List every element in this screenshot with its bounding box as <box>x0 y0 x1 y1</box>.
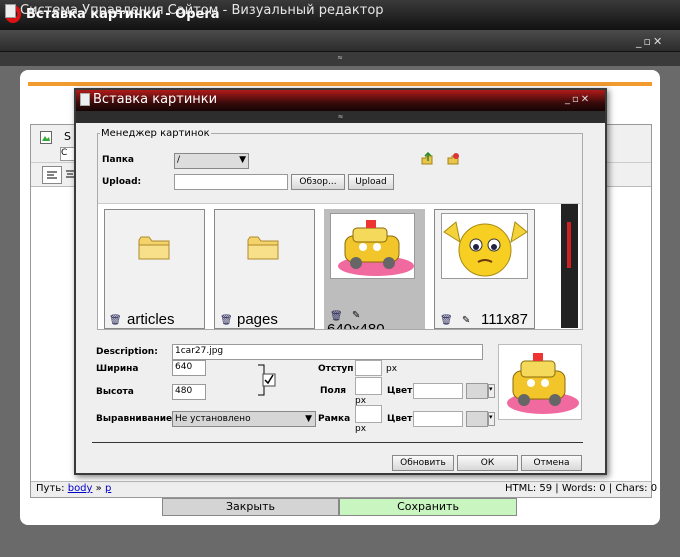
dialog-restore-icon[interactable]: ▫ <box>572 94 581 105</box>
image-size-smiley: 111x87 <box>481 311 528 328</box>
delete-articles-icon[interactable]: 🗑 <box>109 315 122 326</box>
folder-label: Папка <box>102 155 135 165</box>
upload-button[interactable]: Upload <box>348 174 394 190</box>
align-label: Выравнивание <box>96 414 173 424</box>
folder-icon <box>138 233 170 260</box>
delete-pages-icon[interactable]: 🗑 <box>220 315 233 326</box>
width-label: Ширина <box>96 364 139 374</box>
lock-proportions-checkbox[interactable] <box>256 363 278 397</box>
chevron-down-icon: ▼ <box>305 414 312 424</box>
height-label: Высота <box>96 387 134 397</box>
edit-smiley-icon[interactable]: ✎ <box>462 315 470 326</box>
margin-color-input[interactable] <box>413 383 463 399</box>
new-folder-icon[interactable] <box>446 152 460 166</box>
image-size-car-clip: 640x480 <box>325 318 425 329</box>
indent-unit: px <box>386 364 398 374</box>
save-button[interactable]: Сохранить <box>339 498 517 516</box>
upload-file-input[interactable] <box>174 174 288 190</box>
border-label: Рамка <box>318 414 351 424</box>
accent-divider <box>28 82 652 86</box>
close-button[interactable]: Закрыть <box>162 498 339 516</box>
dialog-close-icon[interactable]: ✕ <box>581 94 591 105</box>
dialog-title: Вставка картинки <box>93 92 218 107</box>
width-input[interactable]: 640 <box>172 360 206 376</box>
margin-color-picker[interactable] <box>466 383 488 399</box>
minimize-icon[interactable]: _ <box>636 35 644 48</box>
indent-label: Отступ <box>318 364 354 374</box>
ok-button[interactable]: ОК <box>457 455 518 471</box>
delete-smiley-icon[interactable]: 🗑 <box>440 315 453 326</box>
word-count: HTML: 59 | Words: 0 | Chars: 0 <box>505 483 658 494</box>
browse-button[interactable]: Обзор... <box>291 174 345 190</box>
folder-up-icon[interactable] <box>420 151 434 166</box>
cancel-button[interactable]: Отмена <box>521 455 582 471</box>
folder-name-articles: articles <box>127 311 175 328</box>
indent-input[interactable] <box>355 360 382 376</box>
margins-label: Поля <box>320 386 347 396</box>
path-p-link[interactable]: p <box>105 483 111 494</box>
align-left-button[interactable] <box>42 166 62 184</box>
upload-label: Upload: <box>102 177 142 187</box>
border-input[interactable] <box>355 405 382 423</box>
margin-color-label: Цвет <box>387 386 413 396</box>
restore-icon[interactable]: ▫ <box>644 35 653 48</box>
description-input[interactable]: 1car27.jpg <box>172 344 483 360</box>
path-body-link[interactable]: body <box>68 483 93 494</box>
image-manager-legend: Менеджер картинок <box>100 128 211 139</box>
dialog-window-controls[interactable]: _▫✕ <box>565 94 591 105</box>
toolbar-label-s: S <box>64 130 71 143</box>
align-select[interactable]: Не установлено ▼ <box>172 411 316 427</box>
scrollbar-thumb[interactable] <box>567 222 571 268</box>
smiley-image <box>441 213 528 279</box>
border-color-dropdown[interactable]: ▾ <box>488 412 495 426</box>
image-preview <box>498 344 582 420</box>
chevron-down-icon: ▼ <box>239 155 246 165</box>
border-color-picker[interactable] <box>466 411 488 427</box>
image-icon[interactable] <box>40 131 52 144</box>
margin-color-dropdown[interactable]: ▾ <box>488 384 495 398</box>
border-color-input[interactable] <box>413 411 463 427</box>
height-input[interactable]: 480 <box>172 384 206 400</box>
cms-window-bar <box>0 30 680 52</box>
element-path: Путь: body » p <box>36 483 112 494</box>
margins-input[interactable] <box>355 377 382 395</box>
folder-name-pages: pages <box>237 311 278 328</box>
image-size-car: 640x480 <box>327 321 385 329</box>
document-icon <box>5 4 16 18</box>
border-color-label: Цвет <box>387 414 413 424</box>
dialog-document-icon <box>80 93 90 106</box>
cms-window-title: Система Управления Сайтом - Визуальный р… <box>20 3 384 18</box>
border-unit: px <box>355 424 367 434</box>
dialog-separator <box>92 442 583 443</box>
dialog-minimize-icon[interactable]: _ <box>565 94 572 105</box>
dialog-drag-grip[interactable]: ≈ <box>76 111 605 123</box>
description-label: Description: <box>96 347 158 357</box>
cms-window-controls[interactable]: _▫✕ <box>636 35 664 48</box>
close-icon[interactable]: ✕ <box>653 35 664 48</box>
car-image <box>330 213 415 279</box>
folder-select[interactable]: / ▼ <box>174 153 249 169</box>
refresh-button[interactable]: Обновить <box>392 455 454 471</box>
folder-icon <box>247 233 279 260</box>
cms-drag-grip[interactable]: ≈ <box>0 52 680 66</box>
